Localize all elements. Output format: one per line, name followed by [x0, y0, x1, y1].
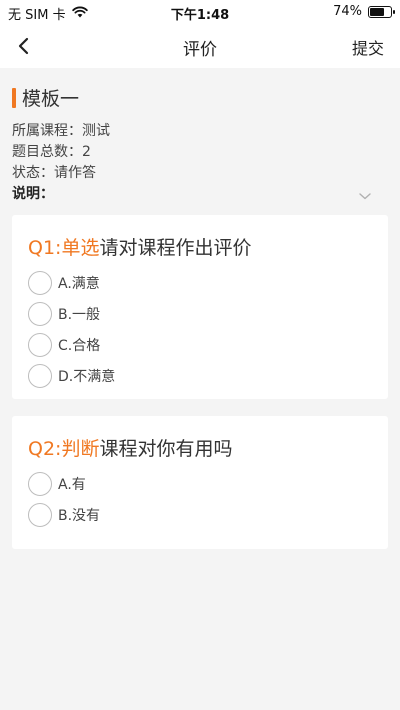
state-label: 状态：: [12, 165, 54, 181]
chevron-down-icon[interactable]: [358, 186, 372, 205]
question-title: Q2:判断课程对你有用吗: [28, 434, 232, 461]
total-value: 2: [82, 144, 91, 160]
question-text: 课程对你有用吗: [99, 438, 233, 460]
option-label: C.合格: [58, 338, 101, 354]
question-card-2: Q2:判断课程对你有用吗 A.有 B.没有: [12, 416, 388, 549]
option-2a[interactable]: A.有: [28, 472, 86, 496]
option-label: B.没有: [58, 508, 101, 524]
option-1b[interactable]: B.一般: [28, 302, 100, 326]
radio-button[interactable]: [28, 271, 52, 295]
question-card-1: Q1:单选请对课程作出评价 A.满意 B.一般 C.合格 D.不满意: [12, 215, 388, 399]
option-1d[interactable]: D.不满意: [28, 364, 115, 388]
template-info: 模板一 所属课程：测试 题目总数：2 状态：请作答 说明：: [0, 68, 400, 204]
battery-percent: 74%: [333, 4, 362, 19]
course-line: 所属课程：测试: [12, 120, 110, 140]
radio-button[interactable]: [28, 302, 52, 326]
option-2b[interactable]: B.没有: [28, 503, 100, 527]
question-type: Q2:判断: [28, 438, 100, 460]
question-title: Q1:单选请对课程作出评价: [28, 233, 251, 260]
battery-icon: [368, 5, 395, 18]
question-text: 请对课程作出评价: [99, 237, 252, 259]
battery-level-fill: [370, 7, 385, 16]
radio-button[interactable]: [28, 472, 52, 496]
accent-bar: [12, 87, 16, 108]
total-line: 题目总数：2: [12, 141, 91, 161]
nav-bar: 评价 提交: [0, 24, 400, 68]
course-value: 测试: [82, 123, 110, 139]
option-label: A.有: [58, 477, 86, 493]
question-type: Q1:单选: [28, 237, 100, 259]
radio-button[interactable]: [28, 503, 52, 527]
course-label: 所属课程：: [12, 123, 82, 139]
option-1a[interactable]: A.满意: [28, 271, 100, 295]
submit-button[interactable]: 提交: [352, 35, 384, 59]
option-label: B.一般: [58, 307, 101, 323]
total-label: 题目总数：: [12, 144, 82, 160]
description-label: 说明：: [12, 186, 54, 202]
option-1c[interactable]: C.合格: [28, 333, 100, 357]
option-label: A.满意: [58, 276, 100, 292]
status-bar: 无 SIM 卡 下午1:48 74%: [0, 0, 400, 24]
radio-button[interactable]: [28, 364, 52, 388]
radio-button[interactable]: [28, 333, 52, 357]
state-line: 状态：请作答: [12, 162, 96, 182]
status-right: 74%: [333, 4, 395, 19]
state-value: 请作答: [54, 165, 96, 181]
option-label: D.不满意: [58, 369, 116, 385]
template-title-row: 模板一: [12, 84, 79, 111]
page-title: 评价: [183, 40, 217, 60]
template-name: 模板一: [22, 88, 80, 110]
